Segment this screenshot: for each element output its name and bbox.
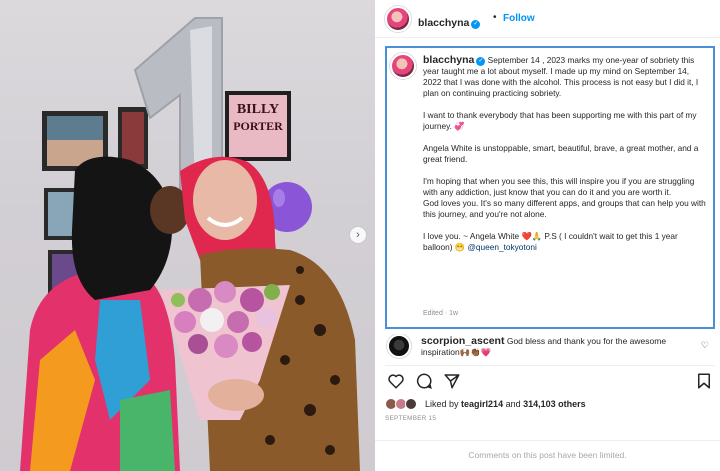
post-photo: BILLY PORTER › <box>0 0 375 471</box>
post-side-panel: blacchyna ✓ • Follow blacchyna ✓ September… <box>375 0 720 471</box>
separator-dot: • <box>493 12 497 23</box>
frame-text-1: BILLY <box>237 102 279 117</box>
author-username[interactable]: blacchyna <box>418 17 469 29</box>
likes-and: and <box>505 399 521 409</box>
author-avatar[interactable] <box>385 6 411 32</box>
comment-like-heart-icon[interactable]: ♡ <box>701 340 709 351</box>
caption-paragraph-4: I'm hoping that when you see this, this … <box>423 176 695 197</box>
comments-limited-notice: Comments on this post have been limited. <box>375 440 720 471</box>
commenter-username[interactable]: scorpion_ascent <box>421 335 504 347</box>
post-date: SEPTEMBER 15 <box>385 415 437 422</box>
likes-count[interactable]: 314,103 others <box>523 399 586 409</box>
verified-icon: ✓ <box>476 57 486 66</box>
likes-prefix: Liked by <box>425 399 459 409</box>
comment-icon[interactable] <box>415 372 433 390</box>
caption-paragraph-3: Angela White is unstoppable, smart, beau… <box>423 143 699 164</box>
commenter-avatar[interactable] <box>387 334 411 358</box>
caption-text: blacchyna ✓ September 14 , 2023 marks my … <box>423 55 708 264</box>
caption-paragraph-6: I love you. ~ Angela White ❤️🙏 P.S ( I c… <box>423 231 678 252</box>
photo-illustration: BILLY PORTER <box>20 17 360 471</box>
caption-username[interactable]: blacchyna <box>423 54 474 66</box>
caption-paragraph-5: God loves you. It's so many different ap… <box>423 198 706 219</box>
caption-highlight-box: blacchyna ✓ September 14 , 2023 marks my … <box>385 46 715 329</box>
carousel-next-icon[interactable]: › <box>349 226 367 244</box>
share-icon[interactable] <box>443 372 461 390</box>
edited-timestamp: Edited · 1w <box>423 310 459 317</box>
right-woman-face <box>193 160 257 240</box>
bookmark-icon[interactable] <box>695 372 713 390</box>
heart-icon[interactable] <box>387 372 405 390</box>
caption-mention-link[interactable]: @queen_tokyotoni <box>467 242 536 252</box>
frame-text-2: PORTER <box>233 119 283 133</box>
verified-icon: ✓ <box>471 20 481 29</box>
follow-button[interactable]: Follow <box>503 13 535 24</box>
action-bar <box>385 365 715 391</box>
liker-avatar <box>405 398 417 410</box>
liker-username[interactable]: teagirl214 <box>461 399 503 409</box>
comment-item: scorpion_ascent God bless and thank you … <box>385 334 715 360</box>
post-header: blacchyna ✓ • Follow <box>375 0 720 38</box>
caption-author-avatar[interactable] <box>390 53 416 79</box>
caption-paragraph-2: I want to thank everybody that has been … <box>423 110 697 131</box>
